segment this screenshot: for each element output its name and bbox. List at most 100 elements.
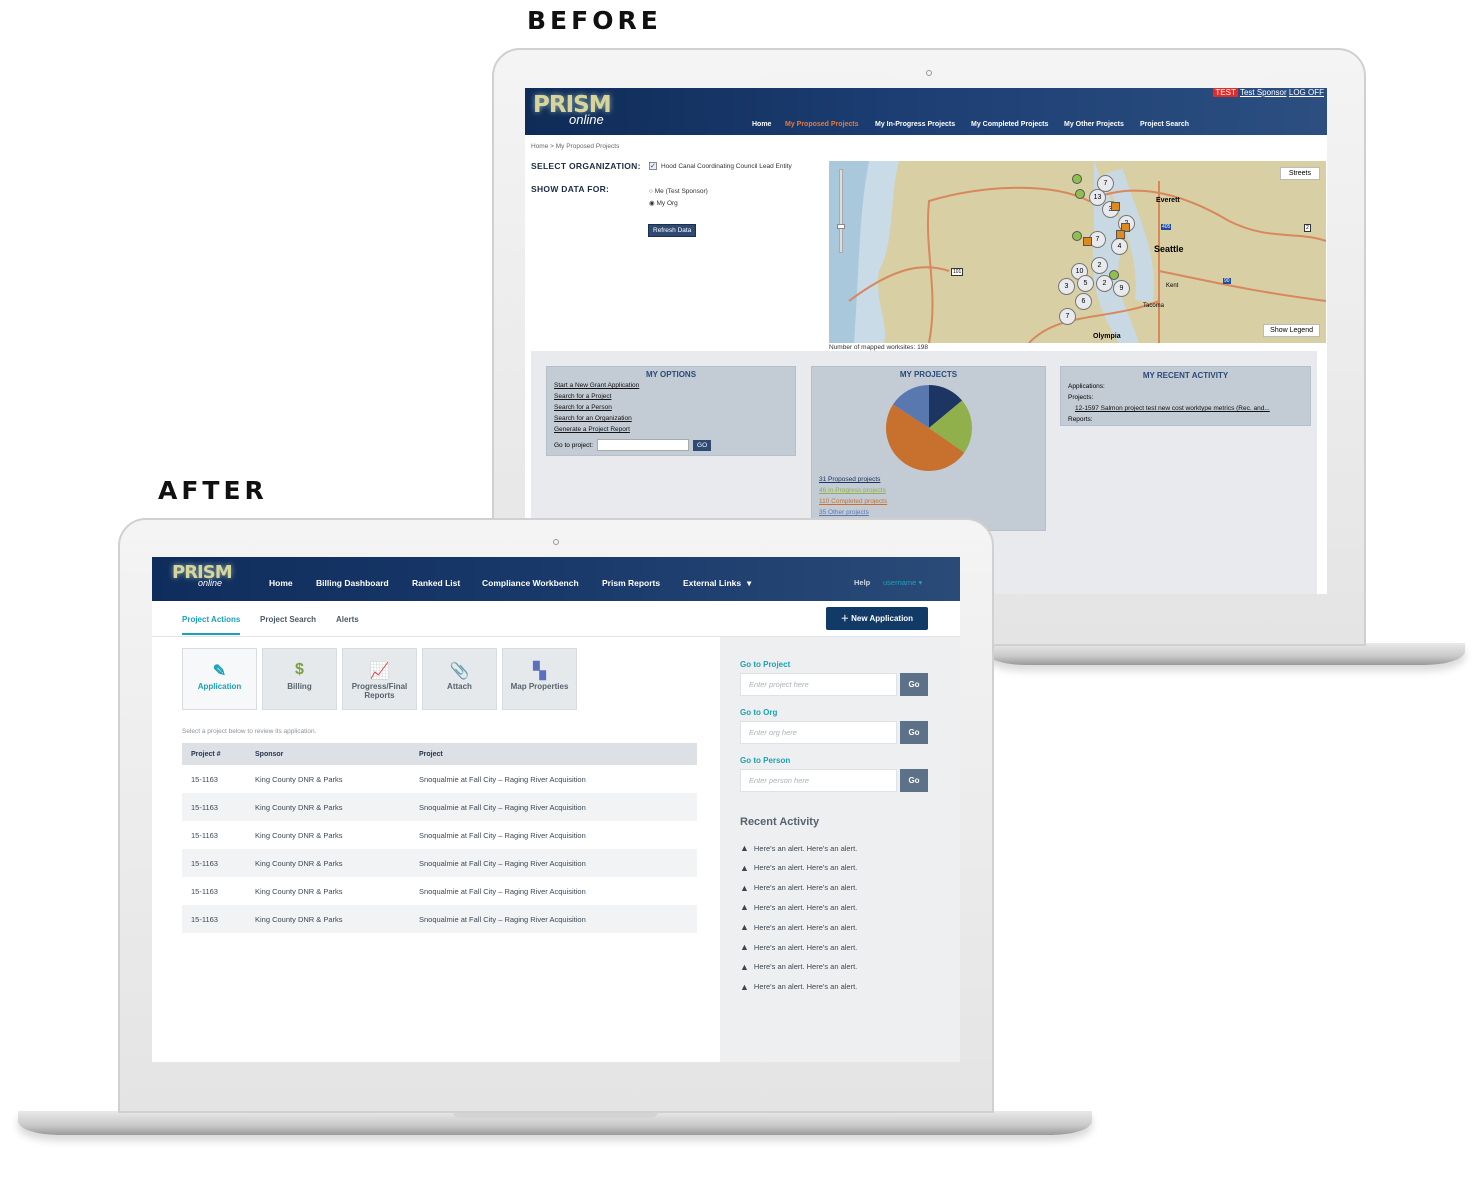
- nav-item[interactable]: My Other Projects: [1064, 121, 1124, 128]
- map-marker-green[interactable]: [1075, 189, 1085, 199]
- caret-down-icon: ▾: [918, 578, 923, 587]
- go-field-label: Go to Project: [740, 660, 791, 669]
- alert-item[interactable]: ▲ Here's an alert. Here's an alert.: [740, 922, 857, 932]
- nav-item[interactable]: My In-Progress Projects: [875, 121, 955, 128]
- warning-icon: ▲: [740, 902, 749, 913]
- highway-shield: 2: [1304, 224, 1311, 232]
- map-cluster-marker[interactable]: 2: [1091, 257, 1108, 274]
- table-row[interactable]: 15-1163 King County DNR & Parks Snoqualmie…: [182, 849, 697, 877]
- external-links-caret-icon[interactable]: ▾: [747, 578, 751, 589]
- option-link[interactable]: Search for a Person: [554, 402, 788, 413]
- table-row[interactable]: 15-1163 King County DNR & Parks Snoqualmie…: [182, 905, 697, 933]
- nav-item[interactable]: Billing Dashboard: [316, 578, 389, 588]
- map-cluster-marker[interactable]: 4: [1111, 238, 1128, 255]
- option-link[interactable]: Search for a Project: [554, 391, 788, 402]
- radio-me[interactable]: ○ Me (Test Sponsor): [649, 186, 708, 198]
- nav-item[interactable]: External Links: [683, 578, 741, 588]
- org-checkbox-row[interactable]: ✓ Hood Canal Coordinating Council Lead E…: [649, 162, 792, 170]
- recent-project-link[interactable]: 12-1597 Salmon project test new cost wor…: [1068, 403, 1303, 414]
- nav-item[interactable]: My Completed Projects: [971, 121, 1048, 128]
- map-marker-square[interactable]: [1111, 202, 1120, 211]
- edit-icon: ✎: [212, 663, 227, 680]
- tile-application[interactable]: ✎ Application: [182, 648, 257, 710]
- project-count-link[interactable]: 35 Other projects: [819, 507, 887, 518]
- map-cluster-marker[interactable]: 7: [1059, 308, 1076, 325]
- radio-my-org[interactable]: ◉ My Org: [649, 198, 708, 210]
- highway-shield: 101: [951, 268, 964, 276]
- tile-map-properties[interactable]: ▚ Map Properties: [502, 648, 577, 710]
- warning-icon: ▲: [740, 882, 749, 893]
- user-menu[interactable]: username ▾: [883, 578, 922, 587]
- table-row[interactable]: 15-1163 King County DNR & Parks Snoqualmie…: [182, 821, 697, 849]
- map-marker-green[interactable]: [1072, 174, 1082, 184]
- tile-billing[interactable]: $ Billing: [262, 648, 337, 710]
- project-count-link[interactable]: 110 Completed projects: [819, 496, 887, 507]
- option-link[interactable]: Generate a Project Report: [554, 424, 788, 435]
- alert-item[interactable]: ▲ Here's an alert. Here's an alert.: [740, 982, 857, 992]
- worksites-count: Number of mapped worksites: 198: [829, 344, 928, 351]
- alert-item[interactable]: ▲ Here's an alert. Here's an alert.: [740, 962, 857, 972]
- go-button[interactable]: Go: [900, 673, 928, 696]
- after-logo[interactable]: PRISM online: [172, 562, 233, 588]
- chart-line-icon: 📈: [369, 663, 390, 680]
- refresh-data-button[interactable]: Refresh Data: [648, 224, 697, 237]
- tab[interactable]: Alerts: [336, 615, 359, 624]
- alert-item[interactable]: ▲ Here's an alert. Here's an alert.: [740, 883, 857, 893]
- tile-progress-final-reports[interactable]: 📈 Progress/Final Reports: [342, 648, 417, 710]
- go-to-project-input[interactable]: [597, 439, 690, 451]
- show-legend-button[interactable]: Show Legend: [1263, 324, 1320, 337]
- table-row[interactable]: 15-1163 King County DNR & Parks Snoqualmie…: [182, 793, 697, 821]
- project-count-link[interactable]: 31 Proposed projects: [819, 474, 887, 485]
- nav-item[interactable]: Prism Reports: [602, 578, 660, 588]
- zoom-slider[interactable]: [837, 169, 845, 253]
- map-marker-square[interactable]: [1116, 230, 1125, 239]
- nav-item[interactable]: Ranked List: [412, 578, 460, 588]
- go-button[interactable]: GO: [693, 439, 712, 451]
- map-cluster-marker[interactable]: 5: [1077, 275, 1094, 292]
- user-link[interactable]: Test Sponsor: [1240, 88, 1287, 97]
- nav-item[interactable]: My Proposed Projects: [785, 121, 859, 128]
- go-field-label: Go to Person: [740, 756, 791, 765]
- map-marker-square[interactable]: [1083, 237, 1092, 246]
- table-row[interactable]: 15-1163 King County DNR & Parks Snoqualmie…: [182, 877, 697, 905]
- before-logo[interactable]: PRISM online: [533, 92, 612, 127]
- new-application-button[interactable]: ＋ New Application: [826, 607, 928, 630]
- map-cluster-marker[interactable]: 6: [1075, 293, 1092, 310]
- project-map[interactable]: 7133247210352967 Streets Show Legend Eve…: [829, 161, 1326, 343]
- alert-item[interactable]: ▲ Here's an alert. Here's an alert.: [740, 942, 857, 952]
- warning-icon: ▲: [740, 981, 749, 992]
- map-marker-green[interactable]: [1109, 270, 1119, 280]
- org-checkbox[interactable]: ✓: [649, 162, 657, 170]
- tab[interactable]: Project Search: [260, 615, 316, 624]
- help-link[interactable]: Help: [854, 578, 870, 587]
- option-link[interactable]: Start a New Grant Application: [554, 380, 788, 391]
- go-field-input[interactable]: Enter project here: [740, 673, 897, 696]
- go-button[interactable]: Go: [900, 721, 928, 744]
- map-cluster-marker[interactable]: 9: [1113, 280, 1130, 297]
- project-count-link[interactable]: 46 In Progress projects: [819, 485, 887, 496]
- paperclip-icon: 📎: [449, 663, 470, 680]
- logoff-link[interactable]: LOG OFF: [1289, 88, 1324, 97]
- map-marker-green[interactable]: [1072, 231, 1082, 241]
- nav-item[interactable]: Compliance Workbench: [482, 578, 579, 588]
- go-field-input[interactable]: Enter org here: [740, 721, 897, 744]
- option-link[interactable]: Search for an Organization: [554, 413, 788, 424]
- tab[interactable]: Project Actions: [182, 615, 241, 635]
- recent-activity-title: Recent Activity: [740, 816, 820, 828]
- alert-item[interactable]: ▲ Here's an alert. Here's an alert.: [740, 843, 857, 853]
- before-label: BEFORE: [527, 6, 662, 35]
- top-links: TEST Test Sponsor LOG OFF: [1213, 88, 1324, 97]
- nav-item[interactable]: Home: [269, 578, 293, 588]
- go-button[interactable]: Go: [900, 769, 928, 792]
- streets-button[interactable]: Streets: [1279, 167, 1320, 180]
- map-place-label: Seattle: [1154, 244, 1184, 254]
- tile-attach[interactable]: 📎 Attach: [422, 648, 497, 710]
- alert-item[interactable]: ▲ Here's an alert. Here's an alert.: [740, 863, 857, 873]
- test-badge: TEST: [1213, 88, 1238, 97]
- nav-item[interactable]: Project Search: [1140, 121, 1189, 128]
- map-cluster-marker[interactable]: 3: [1058, 278, 1075, 295]
- table-row[interactable]: 15-1163 King County DNR & Parks Snoqualmie…: [182, 765, 697, 793]
- alert-item[interactable]: ▲ Here's an alert. Here's an alert.: [740, 902, 857, 912]
- go-field-input[interactable]: Enter person here: [740, 769, 897, 792]
- nav-item[interactable]: Home: [752, 121, 771, 128]
